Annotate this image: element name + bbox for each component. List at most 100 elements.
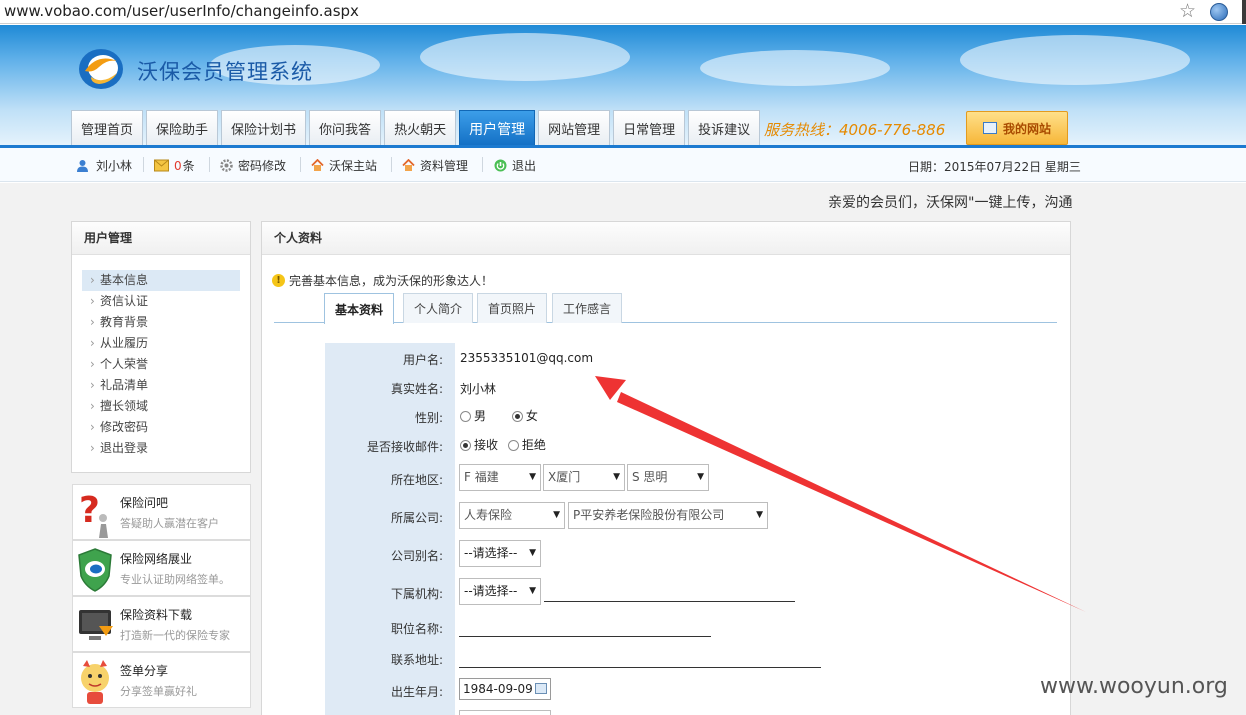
nav-tab-complaints[interactable]: 投诉建议	[688, 110, 761, 145]
promo-desc: 分享签单赢好礼	[120, 685, 197, 698]
company-alias-value: --请选择--	[464, 546, 518, 560]
sidebar-item-basic-info[interactable]: 基本信息	[82, 270, 240, 291]
company-value: P平安养老保险股份有限公司	[573, 508, 725, 522]
tab-introduction[interactable]: 个人简介	[403, 293, 474, 323]
next-field-input[interactable]	[459, 710, 551, 715]
email-pref-label: 是否接收邮件:	[366, 440, 443, 454]
gender-female-radio[interactable]	[511, 411, 523, 422]
nav-tab-user-management[interactable]: 用户管理	[459, 110, 536, 146]
info-icon: !	[272, 274, 285, 287]
company-type-value: 人寿保险	[464, 508, 513, 522]
main-site-link[interactable]: 沃保主站	[311, 157, 377, 174]
question-mark-person-icon: ?	[79, 490, 108, 538]
site-logo-icon[interactable]	[77, 47, 125, 91]
home-icon	[311, 159, 324, 171]
promo-insurance-qa[interactable]: ? 保险问吧 答疑助人赢潜在客户	[72, 484, 251, 540]
nav-tab-insurance-plan[interactable]: 保险计划书	[221, 110, 307, 145]
email-reject-label: 拒绝	[521, 438, 546, 452]
profile-management-link[interactable]: 资料管理	[402, 157, 468, 174]
browser-address-bar[interactable]: www.vobao.com/user/userInfo/changeinfo.a…	[0, 0, 1246, 24]
divider	[391, 157, 392, 172]
address-input[interactable]	[459, 667, 821, 668]
change-password-link[interactable]: 密码修改	[220, 157, 286, 174]
my-site-button[interactable]: 我的网站	[966, 111, 1068, 145]
sidebar-item-credit-auth[interactable]: 资信认证	[82, 291, 240, 312]
nav-tab-daily[interactable]: 日常管理	[613, 110, 686, 145]
shield-icon	[78, 548, 112, 592]
bookmark-star-icon[interactable]: ☆	[1179, 0, 1196, 22]
url-text[interactable]: www.vobao.com/user/userInfo/changeinfo.a…	[4, 2, 359, 20]
chevron-down-icon: ▼	[553, 510, 560, 520]
company-alias-select[interactable]: --请选择-- ▼	[459, 540, 541, 567]
email-pref-options: 接收 拒绝	[460, 436, 546, 453]
nav-tab-hot[interactable]: 热火朝天	[384, 110, 457, 145]
promo-share-orders[interactable]: 签单分享 分享签单赢好礼	[72, 652, 251, 708]
company-select[interactable]: P平安养老保险股份有限公司 ▼	[568, 502, 768, 529]
promo-downloads[interactable]: 保险资料下载 打造新一代的保险专家	[72, 596, 251, 652]
nav-tab-insurance-assistant[interactable]: 保险助手	[146, 110, 219, 145]
watermark: www.wooyun.org	[1040, 674, 1228, 699]
sidebar-menu: 基本信息 资信认证 教育背景 从业履历 个人荣誉 礼品清单 擅长领域 修改密码 …	[82, 270, 240, 459]
messages-link[interactable]: 0条	[154, 157, 195, 174]
promo-desc: 答疑助人赢潜在客户	[120, 517, 219, 530]
divider	[300, 157, 301, 172]
city-value: X厦门	[548, 470, 581, 484]
tab-homepage-photo[interactable]: 首页照片	[477, 293, 548, 323]
sidebar-item-change-password[interactable]: 修改密码	[82, 417, 240, 438]
username-value: 2355335101@qq.com	[460, 351, 594, 365]
promo-desc: 打造新一代的保险专家	[120, 629, 230, 642]
birthdate-value: 1984-09-09	[463, 682, 533, 696]
calendar-icon[interactable]	[535, 683, 547, 694]
profile-notice: ! 完善基本信息，成为沃保的形象达人！	[272, 272, 493, 289]
browser-globe-icon[interactable]	[1210, 3, 1228, 21]
company-label: 所属公司:	[390, 511, 443, 525]
sidebar-item-honors[interactable]: 个人荣誉	[82, 354, 240, 375]
mail-icon	[154, 159, 169, 172]
sidebar-item-logout[interactable]: 退出登录	[82, 438, 240, 459]
my-site-label: 我的网站	[1002, 121, 1051, 136]
nav-tab-qa[interactable]: 你问我答	[309, 110, 382, 145]
birthdate-input[interactable]: 1984-09-09	[459, 678, 551, 700]
message-count: 0	[174, 158, 182, 173]
site-title: 沃保会员管理系统	[137, 60, 313, 84]
promo-desc: 专业认证助网络签单。	[120, 573, 230, 586]
gender-label: 性别:	[414, 411, 443, 425]
district-select[interactable]: S 思明 ▼	[627, 464, 709, 491]
main-panel-title: 个人资料	[262, 222, 1070, 255]
branch-select[interactable]: --请选择-- ▼	[459, 578, 541, 605]
company-type-select[interactable]: 人寿保险 ▼	[459, 502, 565, 529]
sidebar-item-career[interactable]: 从业履历	[82, 333, 240, 354]
nav-tab-home[interactable]: 管理首页	[71, 110, 144, 145]
nav-tab-site-management[interactable]: 网站管理	[538, 110, 611, 145]
email-accept-radio[interactable]	[460, 440, 471, 451]
svg-text:?: ?	[79, 490, 100, 531]
position-input[interactable]	[459, 636, 711, 637]
sidebar-item-expertise[interactable]: 擅长领域	[82, 396, 240, 417]
home-icon	[402, 159, 415, 171]
company-alias-label: 公司别名:	[390, 549, 443, 563]
gender-female-label: 女	[525, 409, 538, 423]
tab-work-thoughts[interactable]: 工作感言	[552, 293, 623, 323]
province-select[interactable]: F 福建 ▼	[459, 464, 541, 491]
page-root: www.vobao.com/user/userInfo/changeinfo.a…	[0, 0, 1246, 715]
sidebar-item-education[interactable]: 教育背景	[82, 312, 240, 333]
sidebar-item-gifts[interactable]: 礼品清单	[82, 375, 240, 396]
tab-basic-info[interactable]: 基本资料	[324, 293, 395, 324]
gender-male-radio[interactable]	[460, 411, 471, 422]
message-unit: 条	[182, 159, 195, 173]
announcement-marquee: 亲爱的会员们，沃保网"一键上传，沟通	[828, 195, 1073, 211]
branch-value: --请选择--	[464, 584, 518, 598]
logout-label: 退出	[512, 159, 537, 173]
divider	[482, 157, 483, 172]
chevron-down-icon: ▼	[697, 472, 704, 482]
user-name-link[interactable]: 刘小林	[76, 157, 132, 174]
promo-online-business[interactable]: 保险网络展业 专业认证助网络签单。	[72, 540, 251, 596]
email-reject-radio[interactable]	[507, 440, 519, 451]
logout-link[interactable]: 退出	[494, 157, 536, 174]
branch-input[interactable]	[544, 601, 795, 602]
header-cloud-decoration	[420, 33, 630, 81]
gender-male-label: 男	[474, 409, 487, 423]
province-value: F 福建	[464, 470, 499, 484]
city-select[interactable]: X厦门 ▼	[543, 464, 625, 491]
profile-tabs: 基本资料 个人简介 首页照片 工作感言	[274, 293, 1057, 324]
